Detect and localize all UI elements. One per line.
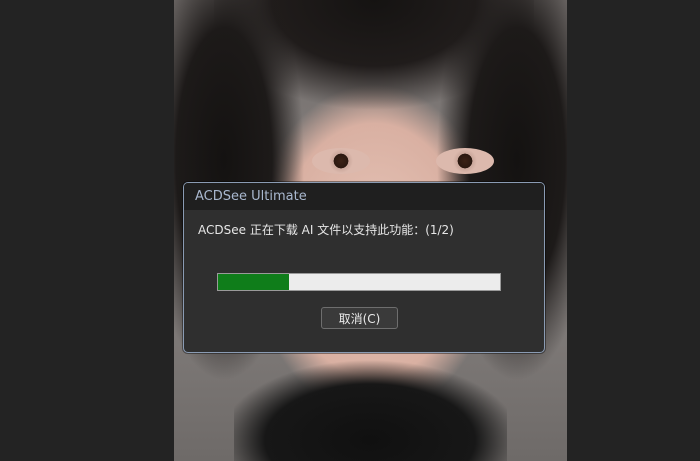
dialog-title: ACDSee Ultimate xyxy=(195,189,307,204)
cancel-button[interactable]: 取消(C) xyxy=(321,307,398,329)
dialog-titlebar[interactable]: ACDSee Ultimate xyxy=(184,183,544,210)
dialog-message: ACDSee 正在下载 AI 文件以支持此功能：(1/2) xyxy=(198,223,454,237)
photo-eye-right xyxy=(436,148,494,174)
download-dialog: ACDSee Ultimate ACDSee 正在下载 AI 文件以支持此功能：… xyxy=(183,182,545,353)
photo-eye-left xyxy=(312,148,370,174)
image-viewer-canvas: ACDSee Ultimate ACDSee 正在下载 AI 文件以支持此功能：… xyxy=(0,0,700,461)
photo-turtleneck xyxy=(234,360,507,461)
progress-fill xyxy=(218,274,289,290)
download-progress-bar xyxy=(217,273,501,291)
